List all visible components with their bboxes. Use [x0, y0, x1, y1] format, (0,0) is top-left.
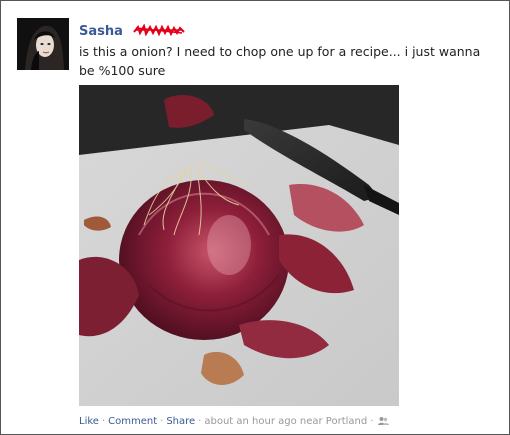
- separator-dot: ·: [160, 416, 164, 427]
- post-photo[interactable]: [79, 85, 399, 406]
- story-footer: Like · Comment · Share · about an hour ago nea…: [79, 416, 390, 429]
- separator-dot: ·: [198, 416, 202, 427]
- story-frame: Sasha is this a onion? I need to chop on…: [0, 0, 510, 435]
- avatar-photo: [17, 18, 69, 70]
- redacted-scribble: [132, 21, 186, 37]
- like-link[interactable]: Like: [79, 416, 99, 427]
- author-name[interactable]: Sasha: [79, 24, 123, 39]
- separator-dot: ·: [370, 416, 374, 427]
- post-message: is this a onion? I need to chop one up f…: [79, 44, 481, 78]
- avatar[interactable]: [17, 18, 69, 70]
- friends-icon[interactable]: [378, 416, 390, 429]
- comment-link[interactable]: Comment: [108, 416, 157, 427]
- separator-dot: ·: [101, 416, 106, 427]
- share-link[interactable]: Share: [166, 416, 195, 427]
- author-line: Sasha: [79, 20, 186, 39]
- timestamp[interactable]: about an hour ago near Portland: [204, 416, 367, 427]
